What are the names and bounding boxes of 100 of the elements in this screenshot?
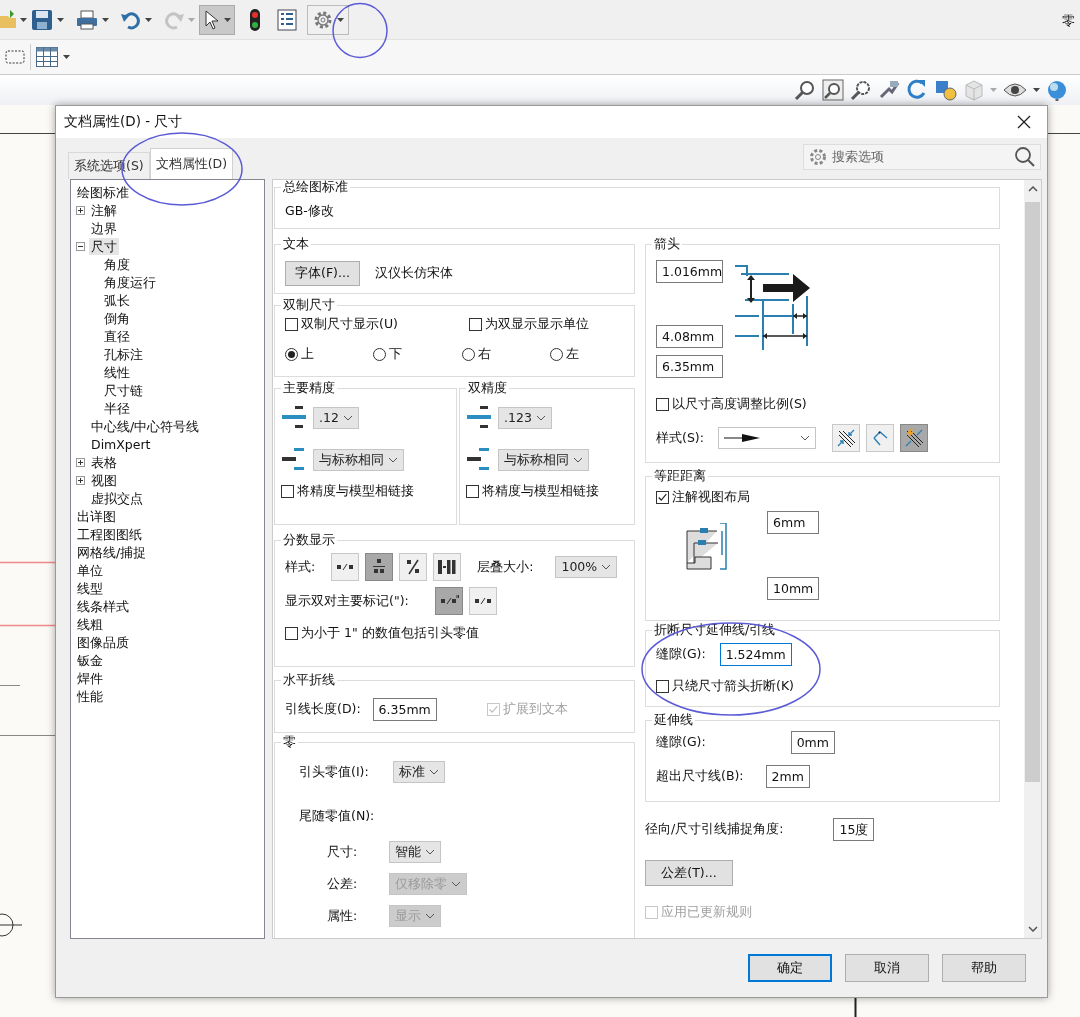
checkbox[interactable] bbox=[285, 318, 298, 331]
fraction-style-button[interactable] bbox=[468, 587, 497, 615]
pan-icon[interactable] bbox=[878, 79, 900, 101]
input-field[interactable]: 6.35mm bbox=[372, 698, 437, 721]
save-icon[interactable] bbox=[31, 8, 53, 31]
dropdown[interactable] bbox=[717, 427, 816, 449]
caret-icon[interactable] bbox=[57, 17, 64, 22]
rotate-icon[interactable] bbox=[906, 79, 928, 101]
tree-item[interactable]: 虚拟交点 bbox=[89, 489, 145, 507]
dropdown[interactable]: 智能 bbox=[389, 841, 442, 863]
tree-item[interactable]: 弧长 bbox=[102, 291, 132, 309]
caret-icon[interactable] bbox=[20, 17, 27, 22]
caret-icon[interactable] bbox=[337, 17, 344, 22]
fraction-style-button[interactable] bbox=[365, 553, 394, 581]
undo-icon[interactable] bbox=[121, 9, 141, 30]
print-icon[interactable] bbox=[76, 8, 98, 31]
checkbox[interactable] bbox=[285, 627, 298, 640]
checkbox[interactable] bbox=[281, 485, 294, 498]
input-field[interactable]: 6mm bbox=[767, 511, 820, 534]
input-field[interactable]: 10mm bbox=[767, 577, 820, 600]
eye-icon[interactable] bbox=[1003, 82, 1027, 98]
magnifier-icon[interactable] bbox=[794, 79, 816, 101]
tree-item[interactable]: 出详图 bbox=[75, 507, 118, 525]
fraction-style-button[interactable] bbox=[399, 553, 428, 581]
tree-item[interactable]: 线型 bbox=[75, 579, 105, 597]
tree-item[interactable]: 孔标注 bbox=[102, 345, 145, 363]
chevron-down-icon[interactable] bbox=[1027, 926, 1038, 932]
fraction-style-button[interactable] bbox=[433, 553, 462, 581]
tree-item[interactable]: 图像品质 bbox=[75, 633, 131, 651]
arrow-placement-button[interactable] bbox=[899, 424, 928, 452]
dialog-button[interactable]: 取消 bbox=[845, 954, 929, 982]
caret-icon[interactable] bbox=[1033, 88, 1040, 92]
tree-item[interactable]: 表格 bbox=[89, 453, 119, 471]
input-field[interactable]: 1.524mm bbox=[719, 643, 792, 666]
chevron-up-icon[interactable] bbox=[1027, 186, 1038, 192]
tree-item[interactable]: 钣金 bbox=[75, 651, 105, 669]
expand-icon[interactable] bbox=[76, 457, 85, 467]
tree-item[interactable]: 尺寸链 bbox=[102, 381, 145, 399]
input-field[interactable]: 6.35mm bbox=[656, 355, 723, 378]
radio-button[interactable] bbox=[550, 348, 563, 361]
fraction-style-button[interactable] bbox=[434, 587, 463, 615]
input-field[interactable]: 0mm bbox=[790, 731, 835, 754]
options-button[interactable] bbox=[307, 4, 349, 35]
dropdown[interactable]: 与标称相同 bbox=[313, 449, 404, 471]
dropdown[interactable]: 与标称相同 bbox=[498, 449, 589, 471]
search-field[interactable]: 搜索选项 bbox=[803, 144, 1041, 170]
checkbox[interactable] bbox=[656, 491, 669, 504]
checkbox[interactable] bbox=[466, 485, 479, 498]
scrollbar[interactable] bbox=[1024, 180, 1041, 938]
input-field[interactable]: 2mm bbox=[765, 765, 810, 788]
zoom-fit-icon[interactable] bbox=[822, 79, 844, 101]
tree-item[interactable]: 绘图标准 bbox=[75, 183, 131, 201]
traffic-light-icon[interactable] bbox=[249, 7, 261, 32]
tree-item[interactable]: 线条样式 bbox=[75, 597, 131, 615]
checkbox[interactable] bbox=[656, 398, 669, 411]
dialog-button[interactable]: 确定 bbox=[748, 954, 832, 982]
input-field[interactable]: 4.08mm bbox=[656, 325, 723, 348]
tree-item[interactable]: 角度运行 bbox=[102, 273, 158, 291]
display-style-icon[interactable] bbox=[934, 79, 958, 101]
tree-item[interactable]: 倒角 bbox=[102, 309, 132, 327]
tree-item[interactable]: 角度 bbox=[102, 255, 132, 273]
magnifier-icon[interactable] bbox=[850, 79, 872, 101]
tolerance-button[interactable]: 公差(T)... bbox=[645, 860, 733, 886]
caret-icon[interactable] bbox=[63, 55, 70, 59]
caret-icon[interactable] bbox=[145, 17, 152, 22]
tree-item[interactable]: 线性 bbox=[102, 363, 132, 381]
tree-item[interactable]: 中心线/中心符号线 bbox=[89, 417, 202, 435]
arrow-placement-button[interactable] bbox=[831, 424, 860, 452]
expand-icon[interactable] bbox=[76, 205, 85, 215]
tree-item[interactable]: 半径 bbox=[102, 399, 132, 417]
dropdown[interactable]: 100% bbox=[555, 556, 618, 578]
tab[interactable]: 文档属性(D) bbox=[149, 148, 234, 179]
table-icon[interactable] bbox=[36, 47, 58, 67]
expand-icon[interactable] bbox=[76, 475, 85, 485]
dialog-button[interactable]: 帮助 bbox=[942, 954, 1026, 982]
caret-icon[interactable] bbox=[224, 17, 231, 22]
tree-item[interactable]: 直径 bbox=[102, 327, 132, 345]
tree-item[interactable]: 视图 bbox=[89, 471, 119, 489]
radio-button[interactable] bbox=[462, 348, 475, 361]
tree-item[interactable]: 工程图图纸 bbox=[75, 525, 144, 543]
sphere-icon[interactable] bbox=[1046, 79, 1068, 101]
radio-button[interactable] bbox=[285, 348, 298, 361]
tree-item[interactable]: 焊件 bbox=[75, 669, 105, 687]
input-field[interactable]: 15度 bbox=[833, 818, 875, 841]
dropdown[interactable]: 标准 bbox=[392, 761, 445, 783]
dashed-rectangle-icon[interactable] bbox=[5, 49, 25, 65]
tree-item[interactable]: 尺寸 bbox=[89, 237, 119, 255]
tree-item[interactable]: 单位 bbox=[75, 561, 105, 579]
select-button[interactable] bbox=[199, 4, 235, 35]
tree-item[interactable]: 注解 bbox=[89, 201, 119, 219]
tree-item[interactable]: 网格线/捕捉 bbox=[75, 543, 149, 561]
checkbox[interactable] bbox=[469, 318, 482, 331]
fraction-style-button[interactable] bbox=[331, 553, 360, 581]
tree-item[interactable]: 线粗 bbox=[75, 615, 105, 633]
caret-icon[interactable] bbox=[102, 17, 109, 22]
tree-item[interactable]: 边界 bbox=[89, 219, 119, 237]
font-button[interactable]: 字体(F)... bbox=[285, 260, 360, 286]
tree-item[interactable]: 性能 bbox=[75, 687, 105, 705]
collapse-icon[interactable] bbox=[76, 241, 85, 251]
checkbox[interactable] bbox=[656, 680, 669, 693]
